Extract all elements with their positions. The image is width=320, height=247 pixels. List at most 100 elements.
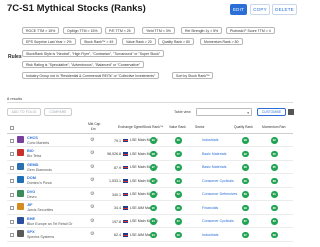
ticker-link[interactable]: DOM (27, 176, 36, 180)
sector-link[interactable]: Industrials (202, 233, 218, 237)
row-checkbox[interactable] (10, 152, 14, 156)
add-to-folio-button[interactable]: ADD TO FOLIO (7, 108, 41, 116)
momentum-rank-badge: 90 (271, 150, 278, 157)
ticker-link[interactable]: SPX (27, 230, 35, 234)
gear-icon[interactable]: ⚙ (90, 178, 94, 183)
col-quality-rank[interactable]: Quality Rank (234, 125, 253, 129)
gear-icon[interactable]: ⚙ (90, 232, 94, 237)
quality-rank-badge: 97 (242, 231, 249, 238)
value-rank-badge: 61 (175, 218, 182, 225)
table-row[interactable]: JIF Jarvis Securities ⚙ 34.4 LSE AIM Market 9… (7, 202, 293, 215)
gear-icon[interactable]: ⚙ (90, 205, 94, 210)
sector-link[interactable]: Consumer Cyclicals (202, 219, 234, 223)
sort-chip[interactable]: Sort by Stock Rank™ (172, 72, 214, 79)
filter-chip-rel-strength[interactable]: Rel Strength 1y > 5% (181, 27, 223, 34)
row-checkbox[interactable] (10, 179, 14, 183)
uk-flag-icon (123, 152, 128, 156)
filter-chip-stock-rank[interactable]: Stock Rank™ > 49 (80, 38, 118, 45)
table-row[interactable]: GEMD Gem Diamonds ⚙ 87.9 LSE Main Market 97 86… (7, 161, 293, 174)
filter-chip-yield[interactable]: Yield TTM < 3% (142, 27, 175, 34)
table-row[interactable]: SPX Spectra Systems ⚙ 62.4 LSE AIM Market 94 3… (7, 229, 293, 242)
gear-icon[interactable]: ⚙ (90, 151, 94, 156)
col-mkt-cap[interactable]: Mkt Cap (88, 122, 100, 126)
filter-chip-piotroski[interactable]: Piotroski F Score TTM > 4 (226, 27, 275, 34)
mkt-cap-value: 34.4 (114, 206, 121, 210)
mkt-cap-value: 62.4 (114, 233, 121, 237)
ticker-link[interactable]: JIF (27, 203, 33, 207)
row-checkbox[interactable] (10, 233, 14, 237)
rules-label: Rules (8, 54, 22, 60)
col-momentum-rank[interactable]: Momentum Ran (262, 125, 285, 129)
table-row[interactable]: DVO Devro ⚙ 340.1 LSE Main Market 95 52 Consume… (7, 188, 293, 201)
delete-button[interactable]: DELETE (272, 4, 297, 15)
gear-icon[interactable]: ⚙ (90, 191, 94, 197)
sector-link[interactable]: Consumer Cyclicals (202, 179, 234, 183)
value-rank-badge: 44 (175, 177, 182, 184)
grid-view-icon[interactable] (288, 109, 294, 115)
col-sector[interactable]: Sector (195, 125, 205, 129)
company-name: Cohc Markets (27, 140, 50, 145)
row-checkbox[interactable] (10, 219, 14, 224)
filter-chip-style[interactable]: StockRank Style is "Neutral", "High Flye… (22, 50, 165, 57)
compare-button[interactable]: COMPARE (44, 108, 72, 116)
filter-chip-opmgn[interactable]: OpMgn TTM > 15% (63, 27, 102, 34)
uk-flag-icon (123, 165, 128, 169)
filter-chip-industry[interactable]: Industry Group not in "Residential & Com… (22, 72, 160, 79)
sector-link[interactable]: Industrials (202, 138, 218, 142)
stock-rank-badge: 95 (150, 191, 157, 198)
momentum-rank-badge: 83 (271, 218, 278, 225)
company-logo (17, 203, 24, 210)
quality-rank-badge: 95 (242, 177, 249, 184)
table-row[interactable]: BIO Bio Tetra ⚙ 98,926.8 LSE Main Market 98 57… (7, 148, 293, 161)
gear-icon[interactable]: ⚙ (90, 164, 94, 170)
filter-chip-roce[interactable]: ROCE TTM > 15% (22, 27, 60, 34)
ticker-link[interactable]: CHCS (27, 136, 38, 140)
ticker-link[interactable]: GEMD (27, 163, 38, 167)
row-checkbox[interactable] (10, 138, 14, 143)
table-row[interactable]: CHCS Cohc Markets ⚙ 79.1 LSE Main Market 99 66… (7, 134, 293, 147)
ticker-link[interactable]: DVO (27, 190, 35, 194)
divider (7, 102, 293, 103)
gear-icon[interactable]: ⚙ (90, 137, 94, 143)
row-checkbox[interactable] (10, 206, 14, 210)
row-checkbox[interactable] (10, 192, 14, 197)
copy-button[interactable]: COPY (250, 4, 270, 15)
table-row[interactable]: DOM Domino's Pizza ⚙ 1,533.1 LSE Main Market… (7, 175, 293, 188)
ticker-link[interactable]: BIO (27, 149, 34, 153)
stock-rank-badge: 94 (150, 218, 157, 225)
col-stock-rank[interactable]: Stock Rank™ (143, 125, 163, 129)
filter-chip-eps-surprise[interactable]: EPS Surprise Last Year > 2% (22, 38, 76, 45)
quality-rank-badge: 89 (242, 191, 249, 198)
table-header: Mkt Cap £m Exchange Sgmnt Stock Rank™ Va… (7, 121, 293, 133)
page-title: 7C-S1 Mythical Stocks (Ranks) (7, 3, 146, 14)
ticker-link[interactable]: BHE (27, 217, 35, 221)
results-count: 8 results (7, 96, 23, 101)
table-row[interactable]: BHE Blue Europe an Tel Retail Gr ⚙ 197.8 LSE… (7, 215, 293, 228)
page-header: 7C-S1 Mythical Stocks (Ranks) EDIT COPY … (0, 0, 300, 22)
gear-icon[interactable]: ⚙ (90, 218, 94, 224)
table-view-select[interactable]: ▾ (196, 108, 252, 116)
company-name: Devro (27, 194, 37, 199)
value-rank-badge: 57 (175, 150, 182, 157)
row-checkbox[interactable] (10, 165, 14, 170)
company-logo (17, 230, 24, 237)
col-value-rank[interactable]: Value Rank (169, 125, 186, 129)
edit-button[interactable]: EDIT (230, 4, 247, 15)
filter-chip-momentum-rank[interactable]: Momentum Rank > 80 (200, 38, 243, 45)
sector-link[interactable]: Consumer Defensives (202, 192, 237, 196)
mkt-cap-value: 340.1 (112, 192, 121, 197)
momentum-rank-badge: 92 (271, 137, 278, 144)
customise-button[interactable]: CUSTOMISE (257, 108, 286, 116)
filter-chip-value-rank[interactable]: Value Rank > 20 (122, 38, 156, 45)
sector-link[interactable]: Basic Materials (202, 165, 226, 169)
mkt-cap-value: 87.9 (114, 165, 121, 170)
company-logo (17, 135, 24, 143)
value-rank-badge: 30 (175, 231, 182, 238)
filter-chip-pe[interactable]: P/E TTM < 25 (105, 27, 135, 34)
col-exchange[interactable]: Exchange Sgmnt (118, 125, 143, 129)
filter-chip-risk[interactable]: Risk Rating is "Speculative", "Adventuro… (22, 61, 145, 68)
stock-rank-badge: 97 (150, 177, 157, 184)
sector-link[interactable]: Basic Materials (202, 152, 226, 156)
filter-chip-quality-rank[interactable]: Quality Rank > 80 (158, 38, 194, 45)
sector-link[interactable]: Financials (202, 206, 218, 210)
